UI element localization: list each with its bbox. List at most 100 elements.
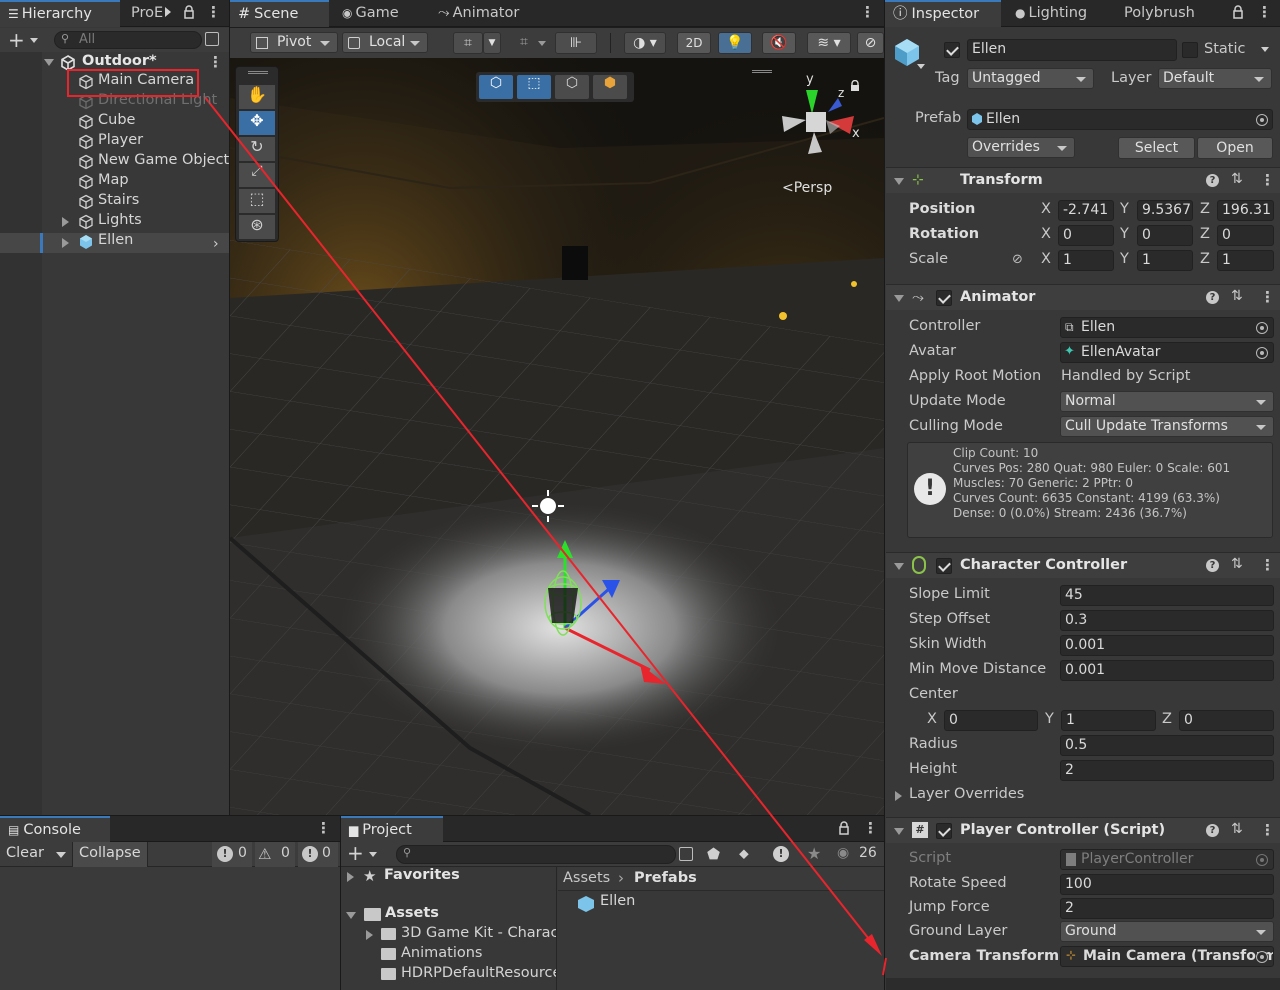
overlay-drag-handle[interactable] <box>752 70 772 73</box>
breadcrumb-prefabs[interactable]: Prefabs <box>634 870 697 886</box>
camera-transform-field[interactable]: Main Camera (Transform) <box>1060 946 1274 967</box>
scene-menu-icon[interactable]: ⋮ <box>208 55 223 70</box>
assets-expand-arrow[interactable] <box>346 912 356 919</box>
static-dropdown-icon[interactable] <box>1261 47 1269 52</box>
scale-x-field[interactable]: 1 <box>1058 250 1114 271</box>
mesh-tool-icon[interactable]: ⬢ <box>593 75 627 99</box>
folder-expand-arrow[interactable] <box>366 930 373 940</box>
center-z-field[interactable]: 0 <box>1179 710 1274 731</box>
lights-expand-arrow[interactable] <box>62 217 69 227</box>
tab-lighting[interactable]: ● Lighting <box>1007 0 1095 27</box>
culling-mode-dropdown[interactable]: Cull Update Transforms <box>1060 416 1274 437</box>
position-z-field[interactable]: 196.31 <box>1217 200 1274 221</box>
lock-icon[interactable] <box>1233 5 1243 19</box>
hierarchy-item[interactable]: Lights <box>74 212 224 232</box>
center-y-field[interactable]: 1 <box>1061 710 1156 731</box>
chevron-down-icon[interactable] <box>538 41 546 46</box>
object-name-field[interactable]: Ellen <box>967 39 1177 61</box>
static-checkbox[interactable] <box>1182 42 1198 58</box>
select-button[interactable]: Select <box>1118 137 1195 159</box>
character-controller-header[interactable]: Character Controller ? ⇅ ⋮ <box>886 552 1280 578</box>
height-field[interactable]: 2 <box>1060 760 1274 781</box>
gizmo-lock-icon[interactable] <box>850 79 860 92</box>
scale-y-axis-label[interactable]: Y <box>1120 251 1129 267</box>
projection-toggle[interactable]: <Persp <box>782 180 832 196</box>
position-y-axis-label[interactable]: Y <box>1120 201 1129 217</box>
scene-menu-icon[interactable]: ⋮ <box>860 5 875 20</box>
radius-field[interactable]: 0.5 <box>1060 735 1274 756</box>
warning-filter-toggle[interactable]: ⚠ 0 <box>255 842 295 867</box>
transform-header[interactable]: ⊹ Transform ? ⇅ ⋮ <box>886 167 1280 193</box>
grid-snap-dropdown[interactable]: ▼ <box>483 32 501 54</box>
tab-project-browser[interactable]: ProE <box>123 0 171 27</box>
player-controller-header[interactable]: # Player Controller (Script) ? ⇅ ⋮ <box>886 817 1280 843</box>
inspector-menu-icon[interactable]: ⋮ <box>1257 5 1272 20</box>
shading-mode-button[interactable]: ◑ ▾ <box>624 32 666 54</box>
add-icon[interactable]: + <box>8 28 25 52</box>
chevron-right-icon[interactable]: › <box>213 236 219 252</box>
collapse-arrow-icon[interactable] <box>894 178 904 185</box>
scene-expand-arrow[interactable] <box>44 59 54 66</box>
position-x-field[interactable]: -2.741 <box>1058 200 1114 221</box>
collapse-arrow-icon[interactable] <box>894 295 904 302</box>
prefab-icon-dropdown[interactable] <box>917 64 925 69</box>
favorites-label[interactable]: Favorites <box>384 867 460 883</box>
tab-hierarchy[interactable]: ☰ Hierarchy <box>0 0 120 27</box>
clear-button[interactable]: Clear <box>6 845 44 861</box>
rotation-x-field[interactable]: 0 <box>1058 225 1114 246</box>
presets-icon[interactable]: ⇅ <box>1231 288 1243 304</box>
filter-by-label-icon[interactable]: ⬥ <box>739 846 749 862</box>
scale-link-icon[interactable]: ⊘ <box>1012 252 1023 267</box>
tab-scene[interactable]: # Scene <box>230 0 329 27</box>
more-tabs-icon[interactable] <box>165 7 171 17</box>
palette-drag-handle[interactable] <box>248 71 268 74</box>
tab-inspector[interactable]: ⓘ Inspector <box>885 0 1001 27</box>
open-button[interactable]: Open <box>1197 137 1273 159</box>
scale-tool-icon[interactable]: ⤢ <box>239 163 275 187</box>
collapse-arrow-icon[interactable] <box>894 563 904 570</box>
slope-limit-field[interactable]: 45 <box>1060 585 1274 606</box>
rotation-y-axis-label[interactable]: Y <box>1120 226 1129 242</box>
component-menu-icon[interactable]: ⋮ <box>1260 823 1275 838</box>
ruler-button[interactable]: ⊪ <box>555 32 597 54</box>
rotation-x-axis-label[interactable]: X <box>1041 226 1051 242</box>
favorites-expand-arrow[interactable] <box>347 872 354 882</box>
tab-console[interactable]: ▤ Console <box>0 816 110 843</box>
presets-icon[interactable]: ⇅ <box>1231 171 1243 187</box>
lock-icon[interactable] <box>839 821 849 835</box>
search-options-icon[interactable] <box>679 847 693 861</box>
presets-icon[interactable]: ⇅ <box>1231 556 1243 572</box>
object-picker-icon[interactable] <box>1256 951 1268 963</box>
hierarchy-item[interactable]: New Game Object <box>74 152 229 172</box>
hierarchy-item[interactable]: Map <box>74 172 224 192</box>
min-move-distance-field[interactable]: 0.001 <box>1060 660 1274 681</box>
lock-icon[interactable] <box>184 5 194 19</box>
hierarchy-menu-icon[interactable]: ⋮ <box>206 5 221 20</box>
jump-force-field[interactable]: 2 <box>1060 898 1274 919</box>
lighting-toggle[interactable]: 💡 <box>718 32 752 54</box>
skin-width-field[interactable]: 0.001 <box>1060 635 1274 656</box>
collapse-arrow-icon[interactable] <box>894 828 904 835</box>
object-picker-icon[interactable] <box>1256 322 1268 334</box>
folder-item[interactable]: Animations <box>401 945 482 961</box>
tab-project[interactable]: ▆ Project <box>341 816 443 843</box>
player-controller-enabled-checkbox[interactable] <box>936 823 952 839</box>
prefab-field[interactable]: Ellen <box>967 109 1273 130</box>
rotate-speed-field[interactable]: 100 <box>1060 874 1274 895</box>
avatar-field[interactable]: EllenAvatar <box>1060 342 1274 363</box>
error-filter-toggle[interactable]: ! 0 <box>298 842 338 867</box>
effects-toggle[interactable]: ≋ ▾ <box>807 32 851 54</box>
chevron-down-icon[interactable] <box>30 38 38 43</box>
console-log-area[interactable] <box>0 867 340 990</box>
tab-game[interactable]: ◉ Game <box>334 0 407 27</box>
component-menu-icon[interactable]: ⋮ <box>1260 290 1275 305</box>
bounds-tool-icon[interactable]: ⬚ <box>517 75 551 99</box>
scale-z-field[interactable]: 1 <box>1217 250 1274 271</box>
help-icon[interactable]: ? <box>1206 291 1219 304</box>
audio-toggle[interactable]: 🔇 <box>762 32 796 54</box>
hidden-packages-icon[interactable]: ◉ <box>837 845 849 861</box>
character-controller-enabled-checkbox[interactable] <box>936 558 952 574</box>
scale-x-axis-label[interactable]: X <box>1041 251 1051 267</box>
object-picker-icon[interactable] <box>1256 347 1268 359</box>
hierarchy-item[interactable]: Ellen <box>74 232 224 252</box>
